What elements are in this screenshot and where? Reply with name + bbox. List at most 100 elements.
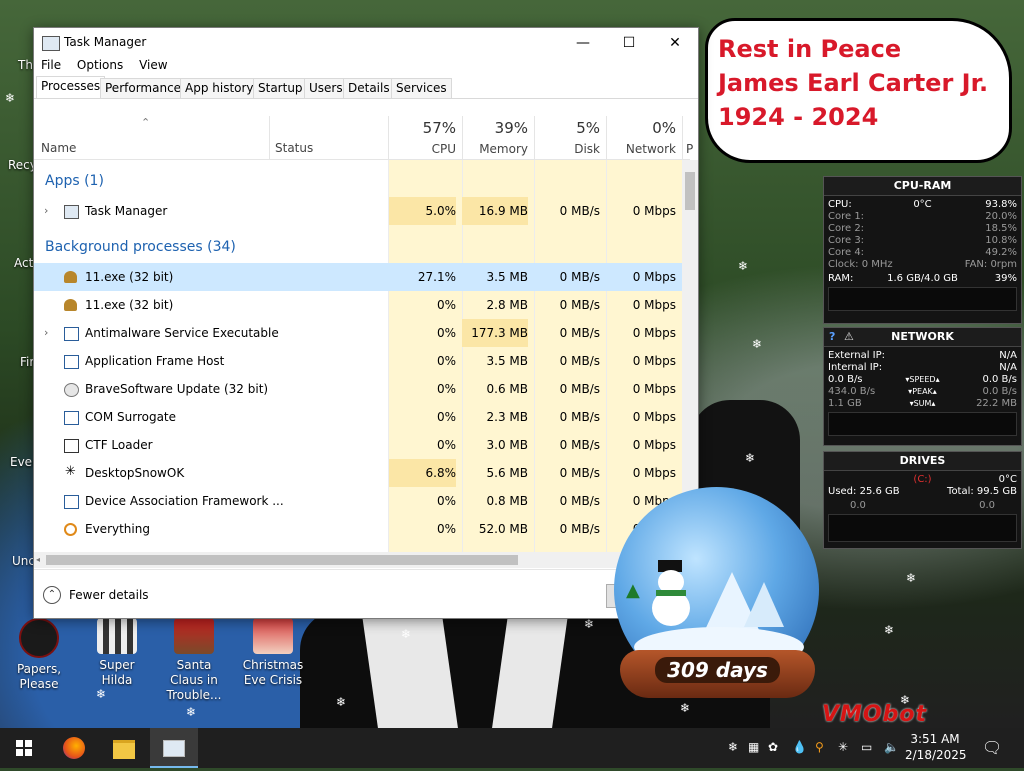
notifications-icon[interactable]: 🗨 <box>982 738 1002 757</box>
search-magnifier-icon <box>64 523 77 536</box>
table-row[interactable]: COM Surrogate 0% 2.3 MB 0 MB/s 0 Mbps <box>34 403 682 431</box>
cpu-ram-gadget[interactable]: CPU-RAM CPU: 0°C 93.8% Core 1: 20.0% Core… <box>823 176 1022 324</box>
column-power-partial[interactable]: P <box>682 116 698 159</box>
tray-snow-icon[interactable]: ✳ <box>838 740 848 754</box>
cpu-value: 27.1% <box>417 270 456 284</box>
memory-value: 5.6 MB <box>486 466 528 480</box>
tray-palette-icon[interactable]: ✿ <box>768 740 778 754</box>
title-bar[interactable]: Task Manager — ☐ ✕ <box>34 28 698 58</box>
column-memory[interactable]: 39% Memory <box>462 116 534 159</box>
tray-snowflake-icon[interactable]: ❄ <box>728 740 738 754</box>
horizontal-scroll-thumb[interactable] <box>46 555 518 565</box>
snowy-tree-icon <box>744 582 784 627</box>
group-background[interactable]: Background processes (34) <box>45 239 236 255</box>
desktop-icon-super-hilda[interactable]: Super Hilda <box>86 618 148 688</box>
notepad-pen-icon <box>64 439 79 453</box>
desktop-icon-label-partial[interactable]: Unc <box>12 554 35 568</box>
process-name: 11.exe (32 bit) <box>85 298 174 312</box>
window-icon <box>64 327 79 341</box>
table-row[interactable]: Everything 0% 52.0 MB 0 MB/s 0 Mbps <box>34 515 682 543</box>
start-button[interactable] <box>0 728 48 768</box>
tab-services[interactable]: Services <box>391 78 452 98</box>
desktop-icon-santa-claus[interactable]: Santa Claus in Trouble... <box>163 618 225 703</box>
desktop-icon-label-partial[interactable]: Th <box>18 58 33 72</box>
table-row[interactable]: BraveSoftware Update (32 bit) 0% 0.6 MB … <box>34 375 682 403</box>
system-clock[interactable]: 3:51 AM 2/18/2025 <box>905 731 967 763</box>
tab-details[interactable]: Details <box>343 78 395 98</box>
table-row[interactable]: › Antimalware Service Executable 0% 177.… <box>34 319 682 347</box>
tab-startup[interactable]: Startup <box>253 78 308 98</box>
firefox-icon <box>63 737 85 759</box>
drive-usage-line: Used: 25.6 GB Total: 99.5 GB <box>824 486 1021 498</box>
fewer-details-link[interactable]: Fewer details <box>69 588 149 602</box>
table-row[interactable]: 11.exe (32 bit) 27.1% 3.5 MB 0 MB/s 0 Mb… <box>34 263 682 291</box>
drives-gadget[interactable]: DRIVES (C:) 0°C Used: 25.6 GB Total: 99.5 … <box>823 451 1022 549</box>
horizontal-scrollbar[interactable]: ◂ <box>34 552 682 568</box>
core-line: Core 3: 10.8% <box>824 235 1021 247</box>
warning-icon: ⚠ <box>844 330 854 343</box>
expand-chevron-icon[interactable]: › <box>44 319 48 347</box>
desktop-icon-christmas-eve-crisis[interactable]: Christmas Eve Crisis <box>242 618 304 688</box>
network-gadget[interactable]: ? ⚠ NETWORK External IP: N/A Internal IP:… <box>823 327 1022 446</box>
maximize-button[interactable]: ☐ <box>606 28 652 58</box>
taskbar-firefox[interactable] <box>50 728 98 768</box>
process-list[interactable]: Apps (1) › Task Manager 5.0% 16.9 MB 0 M… <box>34 160 682 552</box>
column-cpu[interactable]: 57% CPU <box>388 116 462 159</box>
task-manager-icon <box>163 740 185 757</box>
table-row[interactable]: › Task Manager 5.0% 16.9 MB 0 MB/s 0 Mbp… <box>34 197 682 225</box>
table-row[interactable]: ✳ DesktopSnowOK 6.8% 5.6 MB 0 MB/s 0 Mbp… <box>34 459 682 487</box>
clock-date: 2/18/2025 <box>905 748 967 762</box>
task-manager-window[interactable]: Task Manager — ☐ ✕ File Options View Pro… <box>33 27 699 619</box>
menu-options[interactable]: Options <box>77 58 123 72</box>
table-row[interactable]: 11.exe (32 bit) 0% 2.8 MB 0 MB/s 0 Mbps <box>34 291 682 319</box>
desktop-icon-papers-please[interactable]: Papers, Please <box>8 618 70 692</box>
close-button[interactable]: ✕ <box>652 28 698 58</box>
days-counter: 309 days <box>655 657 780 683</box>
tray-search-icon[interactable]: ⚲ <box>815 740 824 754</box>
vertical-scroll-thumb[interactable] <box>685 172 695 210</box>
bubble-line-2: James Earl Carter Jr. <box>718 69 989 97</box>
tray-volume-icon[interactable]: 🔈 <box>884 740 899 754</box>
snowman-icon <box>650 560 694 626</box>
expand-chevron-icon[interactable]: › <box>44 197 48 225</box>
menu-file[interactable]: File <box>41 58 61 72</box>
tray-network-icon[interactable]: ▭ <box>861 740 872 754</box>
snowflake-icon: ❄ <box>5 91 16 105</box>
column-disk[interactable]: 5% Disk <box>534 116 606 159</box>
taskbar-task-manager[interactable] <box>150 728 198 768</box>
tray-drop-icon[interactable]: 💧 <box>792 740 807 754</box>
memory-value: 16.9 MB <box>462 197 528 225</box>
network-value: 0 Mbps <box>632 410 676 424</box>
snowflake-icon: ❄ <box>401 627 412 641</box>
tab-processes[interactable]: Processes <box>36 76 106 98</box>
tray-monitor-icon[interactable]: ▦ <box>748 740 759 754</box>
desktop-icon-label-partial[interactable]: Act <box>14 256 33 270</box>
ram-value: 1.6 GB/4.0 GB <box>887 273 958 284</box>
task-manager-icon <box>42 36 60 51</box>
tab-app-history[interactable]: App history <box>180 78 259 98</box>
cpu-value: 0% <box>436 298 456 312</box>
column-status[interactable]: Status <box>275 141 313 155</box>
minimize-button[interactable]: — <box>560 28 606 58</box>
network-value: 0 Mbps <box>632 326 676 340</box>
cpu-value: 0% <box>436 410 456 424</box>
table-row[interactable]: Application Frame Host 0% 3.5 MB 0 MB/s … <box>34 347 682 375</box>
taskbar-file-explorer[interactable] <box>100 728 148 768</box>
column-network[interactable]: 0% Network <box>606 116 682 159</box>
chevron-up-icon[interactable]: ⌃ <box>43 586 61 604</box>
column-name[interactable]: Name <box>41 141 76 155</box>
help-icon[interactable]: ? <box>829 328 835 346</box>
process-name: Task Manager <box>85 204 168 218</box>
table-row[interactable]: CTF Loader 0% 3.0 MB 0 MB/s 0 Mbps <box>34 431 682 459</box>
group-apps[interactable]: Apps (1) <box>45 173 104 189</box>
cpu-value: 5.0% <box>389 197 456 225</box>
scroll-left-icon[interactable]: ◂ <box>36 555 40 564</box>
bell-icon <box>64 299 77 311</box>
process-name: CTF Loader <box>85 438 153 452</box>
table-row[interactable]: Device Association Framework ... 0% 0.8 … <box>34 487 682 515</box>
menu-view[interactable]: View <box>139 58 167 72</box>
tab-users[interactable]: Users <box>304 78 348 98</box>
core-value: 20.0% <box>985 211 1017 222</box>
tab-performance[interactable]: Performance <box>100 78 187 98</box>
core-value: 18.5% <box>985 223 1017 234</box>
